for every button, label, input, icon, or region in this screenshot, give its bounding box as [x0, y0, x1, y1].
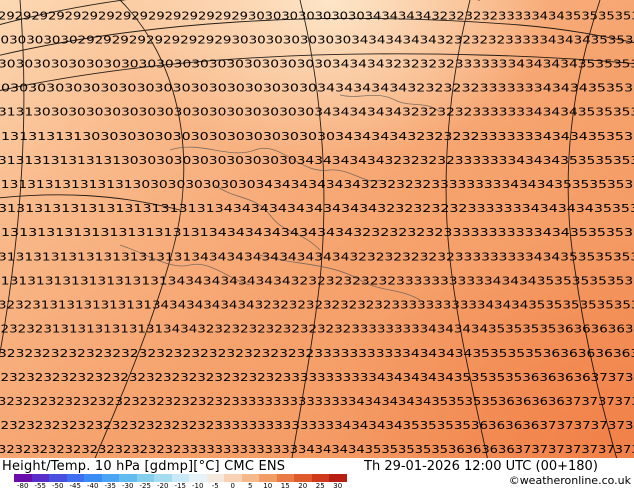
colorbar-swatch-7	[136, 474, 154, 482]
colorbar-label-17: 25	[315, 482, 325, 490]
temperature-map: 2929292929292929292929292929293030303030…	[0, 0, 634, 458]
colorbar-swatch-0	[14, 474, 32, 482]
colorbar-swatch-9	[171, 474, 189, 482]
colorbar-label-13: 5	[248, 482, 253, 490]
map-footer: Height/Temp. 10 hPa [gdmp][°C] CMC ENS T…	[0, 458, 634, 490]
colorbar-swatch-18	[329, 474, 347, 482]
colorbar-label-7: -25	[139, 482, 151, 490]
colorbar-swatch-15	[276, 474, 294, 482]
colorbar-swatch-2	[49, 474, 67, 482]
forecast-datetime: Th 29-01-2026 12:00 UTC (00+180)	[364, 459, 598, 474]
field-row-6: 3131313131313130303030303030303030343434…	[0, 155, 634, 167]
colorbar-swatch-11	[206, 474, 224, 482]
colorbar-label-11: -5	[211, 482, 219, 490]
colorbar-swatch-12	[224, 474, 242, 482]
colorbar-label-3: -45	[69, 482, 81, 490]
field-row-11: 3131313131313131313134343434343434323232…	[0, 275, 634, 287]
colorbar-swatch-1	[31, 474, 49, 482]
colorbar-label-9: -15	[174, 482, 186, 490]
field-row-2: 3030303030303030303030303030303030303034…	[0, 58, 634, 70]
colorbar-swatch-17	[311, 474, 329, 482]
colorbar-swatch-13	[241, 474, 259, 482]
colorbar-label-14: 10	[263, 482, 273, 490]
colorbar-swatch-8	[154, 474, 172, 482]
field-row-12: 3232313131313131313434343434343232323232…	[0, 300, 634, 312]
colorbar-swatch-3	[66, 474, 84, 482]
colorbar-label-1: -55	[34, 482, 46, 490]
map-title: Height/Temp. 10 hPa [gdmp][°C] CMC ENS	[2, 459, 286, 474]
colorbar-label-8: -20	[157, 482, 169, 490]
colorbar-label-4: -40	[87, 482, 99, 490]
field-row-16: 3232323232323232323232323232333333333333…	[0, 396, 634, 408]
field-row-18: 3232323232323232323232333333333333333434…	[0, 444, 634, 456]
colorbar-label-15: 15	[280, 482, 290, 490]
field-row-3: 3030303030303030303030303030303030303434…	[0, 83, 634, 95]
colorbar-swatch-4	[84, 474, 102, 482]
field-row-0: 2929292929292929292929292929293030303030…	[0, 10, 634, 22]
field-row-9: 3131313131313131313131313434343434343434…	[0, 227, 634, 239]
colorbar-label-6: -30	[122, 482, 134, 490]
field-row-5: 3131313131303030303030303030303030303034…	[0, 131, 634, 143]
colorbar	[14, 474, 347, 482]
colorbar-label-16: 20	[298, 482, 308, 490]
field-row-1: 3030303030292929292929292929303030303030…	[0, 34, 634, 46]
colorbar-swatch-5	[101, 474, 119, 482]
colorbar-label-10: -10	[192, 482, 204, 490]
colorbar-label-5: -35	[104, 482, 116, 490]
colorbar-label-18: 30	[333, 482, 343, 490]
colorbar-swatch-6	[119, 474, 137, 482]
field-row-15: 3232323232323232323232323232323232333333…	[0, 372, 634, 384]
colorbar-label-0: -80	[17, 482, 29, 490]
colorbar-label-2: -50	[52, 482, 64, 490]
field-row-4: 3131303030303030303030303030303030303434…	[0, 107, 634, 119]
credit-text[interactable]: ©weatheronline.co.uk	[509, 474, 631, 487]
field-row-13: 3232323131313131313134343232323232323232…	[0, 324, 634, 336]
colorbar-swatch-16	[294, 474, 312, 482]
field-row-8: 3131313131313131313131313434343434343434…	[0, 203, 634, 215]
colorbar-label-12: 0	[230, 482, 235, 490]
field-row-7: 3131313131313131303030303030303434343434…	[0, 179, 634, 191]
field-row-10: 3131313131313131313131343434343434343434…	[0, 251, 634, 263]
field-row-14: 3232323232323232323232323232323232323333…	[0, 348, 634, 360]
colorbar-swatch-14	[259, 474, 277, 482]
field-row-17: 3232323232323232323232323233333333333333…	[0, 420, 634, 432]
colorbar-swatch-10	[189, 474, 207, 482]
